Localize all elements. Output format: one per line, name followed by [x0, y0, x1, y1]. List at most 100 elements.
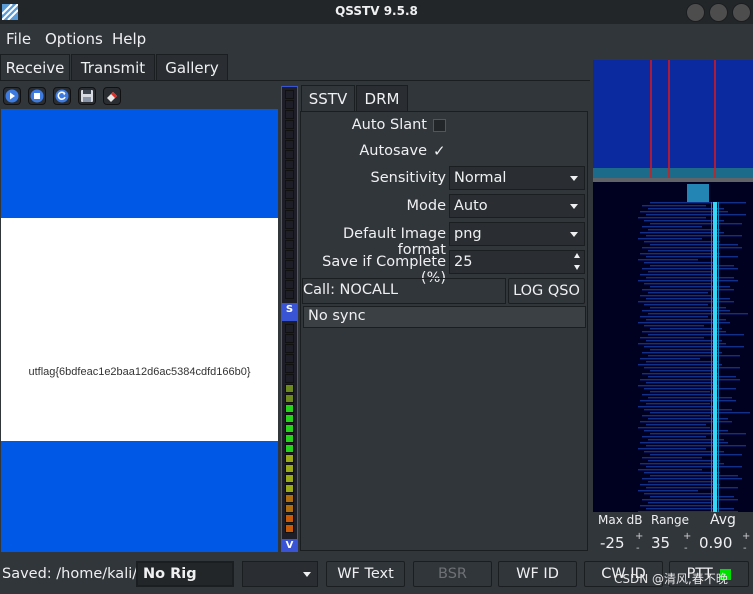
waterfall-trace [644, 325, 704, 327]
spin-up-icon[interactable] [574, 253, 580, 258]
waterfall-trace [638, 280, 738, 282]
waterfall-trace [650, 244, 738, 246]
tab-drm[interactable]: DRM [356, 85, 408, 111]
max-db-value[interactable]: -25 [600, 534, 625, 552]
wf-id-button[interactable]: WF ID [498, 561, 577, 587]
meter-segment [285, 170, 294, 179]
meter-segment [285, 140, 294, 149]
range-minus-button[interactable]: - [684, 543, 688, 554]
sensitivity-select[interactable]: Normal [449, 166, 585, 190]
stop-icon[interactable] [28, 87, 46, 105]
meter-segment [285, 130, 294, 139]
max-db-label: Max dB [598, 513, 643, 527]
waterfall-trace [644, 304, 708, 306]
sync-status-field: No sync [303, 306, 586, 328]
maximize-button[interactable] [709, 3, 728, 22]
avg-minus-button[interactable]: - [743, 543, 747, 554]
tab-sstv[interactable]: SSTV [301, 85, 355, 111]
wf-text-button[interactable]: WF Text [326, 561, 405, 587]
waterfall-trace [640, 484, 720, 486]
waterfall-trace [642, 436, 706, 438]
meter-segment [285, 484, 294, 493]
waterfall-trace [646, 298, 730, 300]
waterfall-trace [648, 334, 744, 336]
meter-segment [285, 290, 294, 299]
tab-receive[interactable]: Receive [0, 54, 70, 80]
waterfall-trace [650, 223, 742, 225]
meter-segment [285, 494, 294, 503]
waterfall-trace [650, 475, 738, 477]
waterfall-trace [642, 415, 710, 417]
bsr-button[interactable]: BSR [413, 561, 492, 587]
meter-segment [285, 120, 294, 129]
max-db-minus-button[interactable]: - [636, 543, 640, 554]
close-button[interactable] [732, 3, 751, 22]
tab-transmit[interactable]: Transmit [71, 54, 155, 80]
meter-segment [285, 334, 294, 343]
meter-segment [285, 444, 294, 453]
waterfall-trace [638, 406, 714, 408]
log-qso-button[interactable]: LOG QSO [508, 278, 585, 304]
meter-segment [285, 354, 294, 363]
waterfall-trace [646, 424, 706, 426]
mode-select[interactable]: Auto [449, 194, 585, 218]
avg-value[interactable]: 0.90 [699, 534, 732, 552]
meter-segment [285, 230, 294, 239]
rig-value: No Rig [143, 566, 197, 582]
image-format-select[interactable]: png [449, 222, 585, 246]
waterfall-trace [650, 265, 734, 267]
mode-value: Auto [454, 198, 488, 214]
saved-path-text: Saved: /home/kali/q [2, 566, 147, 582]
save-icon[interactable] [78, 87, 96, 105]
status-combo[interactable] [242, 561, 318, 587]
waterfall-trace [648, 376, 736, 378]
autosave-checkbox[interactable]: ✓ [433, 142, 446, 160]
meter-segment [285, 454, 294, 463]
meter-segment [285, 240, 294, 249]
waterfall-trace [644, 367, 740, 369]
sync-meter [281, 86, 298, 304]
waterfall-trace [646, 235, 742, 237]
menu-help[interactable]: Help [112, 30, 146, 48]
waterfall-trace [648, 250, 716, 252]
waterfall-trace [718, 202, 719, 512]
minimize-button[interactable] [686, 3, 705, 22]
avg-plus-button[interactable]: + [742, 531, 750, 542]
waterfall-trace [646, 340, 722, 342]
replay-icon[interactable] [53, 87, 71, 105]
waterfall-trace [640, 337, 704, 339]
waterfall-trace [642, 289, 734, 291]
erase-icon[interactable] [103, 87, 121, 105]
waterfall-trace [638, 469, 702, 471]
start-icon[interactable] [3, 87, 21, 105]
waterfall-trace [640, 358, 700, 360]
menu-options[interactable]: Options [45, 30, 103, 48]
meter-segment [285, 150, 294, 159]
waterfall-trace [638, 448, 706, 450]
waterfall-trace [650, 412, 750, 414]
range-value[interactable]: 35 [651, 534, 670, 552]
waterfall-trace [646, 214, 746, 216]
image-format-value: png [454, 226, 482, 242]
save-if-complete-spinbox[interactable]: 25 [449, 250, 585, 274]
tab-gallery[interactable]: Gallery [156, 54, 228, 80]
waterfall-trace [648, 292, 708, 294]
waterfall-trace [646, 487, 738, 489]
waterfall-display [593, 182, 753, 512]
waterfall-trace [650, 202, 746, 204]
chevron-down-icon [570, 176, 578, 181]
meter-segment [285, 110, 294, 119]
volume-meter [281, 320, 298, 540]
waterfall-trace [638, 343, 726, 345]
spin-down-icon[interactable] [574, 265, 580, 270]
image-bottom-band [1, 441, 278, 552]
rig-field: No Rig [136, 561, 234, 587]
waterfall-trace [713, 202, 717, 512]
waterfall-trace [638, 385, 718, 387]
auto-slant-checkbox[interactable] [433, 119, 446, 132]
waterfall-trace [646, 382, 714, 384]
max-db-plus-button[interactable]: + [635, 531, 643, 542]
menu-file[interactable]: File [6, 30, 31, 48]
waterfall-trace [640, 505, 716, 507]
range-plus-button[interactable]: + [683, 531, 691, 542]
